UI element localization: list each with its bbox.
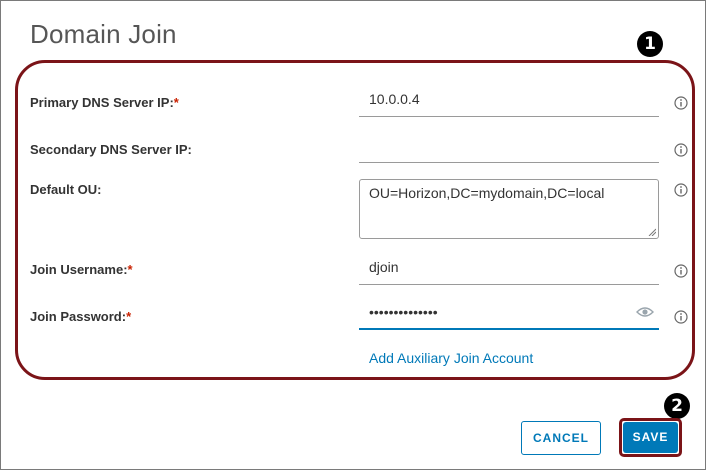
secondary-dns-label-text: Secondary DNS Server IP: <box>30 142 192 157</box>
info-icon[interactable] <box>674 183 688 197</box>
default-ou-label-text: Default OU: <box>30 182 102 197</box>
join-password-input[interactable]: •••••••••••••• <box>359 300 659 330</box>
info-icon[interactable] <box>674 264 688 278</box>
callout-number-2: 2 <box>664 393 690 419</box>
join-username-label-text: Join Username: <box>30 262 128 277</box>
secondary-dns-input[interactable] <box>359 133 659 163</box>
default-ou-textarea[interactable]: OU=Horizon,DC=mydomain,DC=local <box>359 179 659 239</box>
dialog-title: Domain Join <box>30 19 177 49</box>
default-ou-value: OU=Horizon,DC=mydomain,DC=local <box>369 185 605 201</box>
domain-join-dialog: Domain Join 1 Primary DNS Server IP:* 10… <box>0 0 706 470</box>
primary-dns-label-text: Primary DNS Server IP: <box>30 95 174 110</box>
info-icon[interactable] <box>674 143 688 157</box>
join-password-label-text: Join Password: <box>30 309 127 324</box>
join-username-input[interactable]: djoin <box>359 255 659 285</box>
add-auxiliary-join-account-link[interactable]: Add Auxiliary Join Account <box>369 350 533 366</box>
primary-dns-input[interactable]: 10.0.0.4 <box>359 87 659 117</box>
required-mark: * <box>127 262 133 277</box>
callout-number-1: 1 <box>637 31 663 57</box>
info-icon[interactable] <box>674 96 688 110</box>
required-mark: * <box>173 95 179 110</box>
cancel-button[interactable]: CANCEL <box>521 421 601 455</box>
info-icon[interactable] <box>674 310 688 324</box>
save-button[interactable]: SAVE <box>623 422 678 453</box>
join-username-label: Join Username:* <box>30 262 133 277</box>
required-mark: * <box>126 309 132 324</box>
primary-dns-label: Primary DNS Server IP:* <box>30 95 179 110</box>
join-password-label: Join Password:* <box>30 309 131 324</box>
default-ou-label: Default OU: <box>30 182 102 197</box>
resize-grip-icon[interactable] <box>648 228 656 236</box>
eye-icon[interactable] <box>636 306 654 318</box>
secondary-dns-label: Secondary DNS Server IP: <box>30 142 192 157</box>
